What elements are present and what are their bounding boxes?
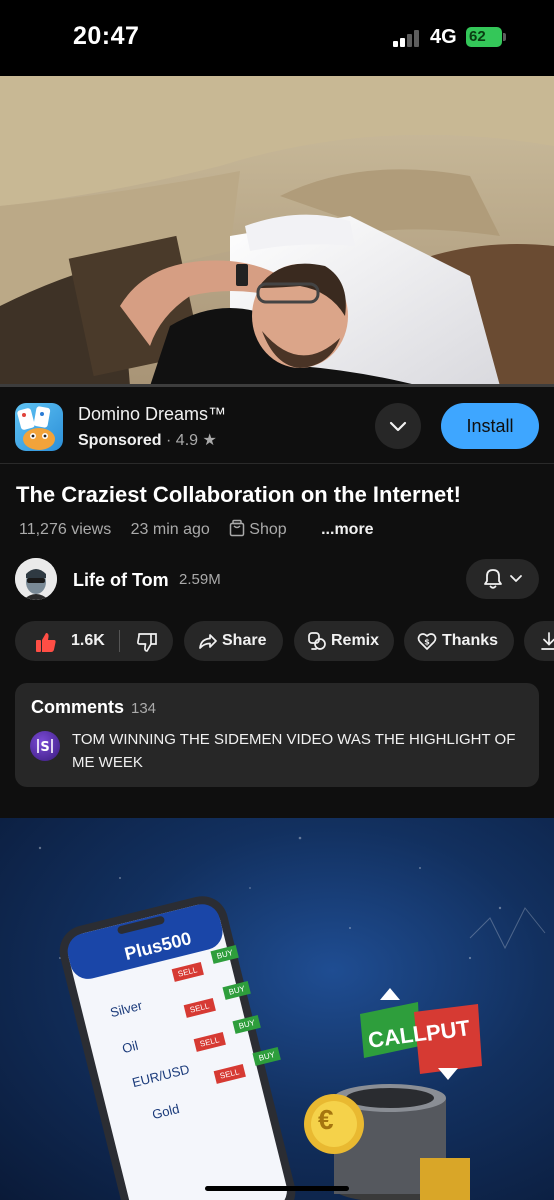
channel-row[interactable]: Life of Tom 2.59M [0,556,554,602]
comments-section[interactable]: Comments 134 S TOM WINNING THE SIDEMEN V… [15,683,539,787]
battery-level: 62 [469,28,486,45]
divider [0,796,554,818]
promo-row-name: Silver [108,997,144,1021]
video-progress-bar[interactable] [0,384,554,387]
battery-icon: 62 [466,27,506,47]
promo-row-name: EUR/USD [130,1061,191,1091]
thanks-label: Thanks [442,632,499,649]
ad-separator: · [166,432,172,449]
comments-count: 134 [131,700,157,717]
remix-label: Remix [331,632,380,649]
like-dislike-pill: 1.6K [15,621,173,661]
home-indicator[interactable] [205,1186,349,1191]
signal-strength-icon [393,30,423,47]
like-count[interactable]: 1.6K [71,621,105,661]
expand-ad-button[interactable] [375,403,421,449]
app-icon [15,403,63,451]
bell-icon [484,569,522,589]
remix-button[interactable]: Remix [294,621,394,661]
svg-text:$: $ [424,638,430,647]
promo-row-name: Oil [120,1037,140,1057]
install-button[interactable]: Install [441,403,539,449]
status-bar: 20:47 4G 62 [0,0,554,76]
video-meta[interactable]: 11,276 views 23 min ago Shop ...more [19,519,389,539]
euro-symbol: € [318,1104,334,1135]
thumbs-up-icon[interactable] [35,631,57,653]
download-button[interactable] [524,621,554,661]
thanks-heart-icon: $ [417,633,437,650]
svg-text:S: S [40,740,49,755]
sponsored-ad-row[interactable]: Domino Dreams™ Sponsored · 4.9 ★ Install [0,388,554,464]
shop-label: Shop [249,521,287,538]
shop-link[interactable]: Shop [229,519,301,538]
share-label: Share [222,632,267,649]
thumbs-down-icon[interactable] [136,631,158,653]
video-player[interactable] [0,76,554,386]
share-button[interactable]: Share [184,621,283,661]
ad-rating: 4.9 [175,432,199,449]
chevron-down-icon [389,421,407,432]
subscriber-count: 2.59M [179,571,221,588]
promo-sell: SELL [171,962,204,982]
view-count: 11,276 views [19,521,112,538]
promo-row-name: Gold [150,1100,181,1123]
promo-ad[interactable]: Plus500 Silver SELL BUY Oil SELL BUY EUR… [0,818,554,1200]
promo-rows: Silver SELL BUY Oil SELL BUY EUR/USD SEL… [0,818,554,1200]
channel-name[interactable]: Life of Tom [73,570,169,591]
download-icon [541,632,554,650]
ad-app-name: Domino Dreams™ [78,404,227,424]
video-frame [0,76,554,386]
upload-time: 23 min ago [130,521,210,538]
network-type: 4G [430,26,457,48]
notification-bell-button[interactable] [466,559,539,599]
status-time: 20:47 [73,22,140,50]
action-bar: 1.6K Share Remix $ Thanks [15,621,554,661]
sponsored-label: Sponsored [78,432,162,449]
shopping-bag-icon [230,519,245,537]
remix-icon [308,632,326,650]
thanks-button[interactable]: $ Thanks [404,621,514,661]
channel-avatar[interactable] [15,558,57,600]
share-icon [199,634,217,649]
more-link[interactable]: ...more [321,521,373,538]
commenter-avatar: S [30,731,60,761]
promo-buy: BUY [210,944,240,964]
comments-heading: Comments [31,697,125,717]
top-comment-text: TOM WINNING THE SIDEMEN VIDEO WAS THE HI… [72,731,516,771]
ad-subtitle: Sponsored · 4.9 ★ [78,430,217,450]
video-title[interactable]: The Craziest Collaboration on the Intern… [16,482,461,508]
star-icon: ★ [202,432,217,449]
